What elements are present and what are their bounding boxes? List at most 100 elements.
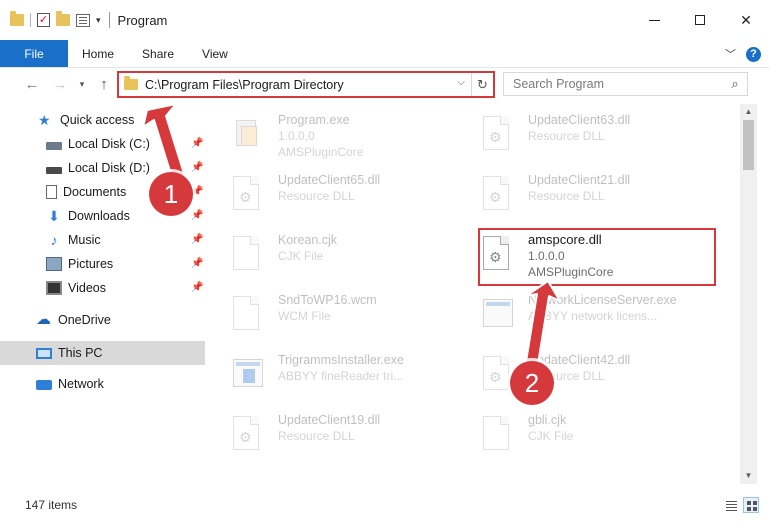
title-bar: ✓ ▾ Program ✕ — [0, 0, 769, 40]
file-description: ABBYY fineReader tri... — [278, 369, 404, 383]
tab-file[interactable]: File — [0, 40, 68, 67]
sidebar-item-music[interactable]: ♪ Music 📌 — [0, 228, 205, 252]
file-item[interactable]: TrigrammsInstaller.exe ABBYY fineReader … — [207, 348, 457, 402]
file-type: WCM File — [278, 309, 331, 323]
file-item[interactable]: Program.exe 1.0.0.0 AMSPluginCore — [207, 108, 457, 162]
minimize-button[interactable] — [631, 0, 677, 40]
sidebar-item-network[interactable]: Network — [0, 372, 205, 396]
file-details: SndToWP16.wcm WCM File — [278, 292, 377, 324]
tab-home[interactable]: Home — [68, 40, 128, 67]
hard-drive-icon — [46, 166, 62, 174]
properties-check-icon[interactable]: ✓ — [37, 13, 50, 27]
server-exe-icon — [483, 296, 513, 334]
sidebar-item-label: Documents — [63, 185, 127, 199]
close-button[interactable]: ✕ — [723, 0, 769, 40]
customize-toolbar-chevron-icon[interactable]: ▾ — [96, 15, 101, 26]
pin-icon[interactable]: 📌 — [191, 210, 203, 221]
new-folder-icon[interactable] — [56, 11, 70, 26]
file-item[interactable]: NetworkLicenseServer.exe ABBYY network l… — [457, 288, 707, 342]
scroll-down-arrow-icon[interactable]: ▼ — [740, 468, 757, 484]
folder-icon — [124, 76, 138, 90]
back-button[interactable]: ← — [18, 76, 46, 93]
pin-icon[interactable]: 📌 — [191, 282, 203, 293]
file-type: Resource DLL — [528, 189, 605, 203]
step-2-badge: 2 — [510, 361, 554, 405]
folder-icon[interactable] — [10, 11, 24, 26]
file-details: Program.exe 1.0.0.0 AMSPluginCore — [278, 112, 363, 160]
sidebar-item-onedrive[interactable]: ☁ OneDrive — [0, 308, 205, 332]
star-icon: ★ — [38, 112, 51, 128]
file-type: Resource DLL — [278, 189, 355, 203]
file-item[interactable]: SndToWP16.wcm WCM File — [207, 288, 457, 342]
sidebar-item-label: Local Disk (C:) — [68, 137, 150, 151]
installer-exe-icon — [233, 356, 263, 394]
file-item[interactable]: ⚙ UpdateClient42.dll Resource DLL — [457, 348, 707, 402]
maximize-button[interactable] — [677, 0, 723, 40]
sidebar-item-local-disk-c[interactable]: Local Disk (C:) 📌 — [0, 132, 205, 156]
window-title: Program — [117, 12, 168, 28]
file-type: CJK File — [528, 429, 574, 443]
sidebar-item-label: Pictures — [68, 257, 114, 271]
item-count: 147 items — [25, 498, 78, 512]
file-item[interactable]: ⚙ UpdateClient19.dll Resource DLL — [207, 408, 457, 462]
pin-icon[interactable]: 📌 — [191, 258, 203, 269]
help-button[interactable]: ? — [746, 46, 761, 62]
generic-file-icon — [233, 296, 263, 334]
file-details: Korean.cjk CJK File — [278, 232, 337, 264]
search-icon[interactable]: ⌕ — [723, 76, 747, 92]
scrollbar-thumb[interactable] — [743, 120, 754, 170]
address-bar[interactable]: C:\Program Files\Program Directory ⌵ ↻ — [117, 71, 495, 98]
pin-icon[interactable]: 📌 — [191, 234, 203, 245]
sidebar-item-this-pc[interactable]: This PC — [0, 341, 205, 365]
address-dropdown-chevron-icon[interactable]: ⌵ — [457, 77, 465, 88]
sidebar-item-pictures[interactable]: Pictures 📌 — [0, 252, 205, 276]
pin-icon[interactable]: 📌 — [191, 138, 203, 149]
pin-icon[interactable]: 📌 — [191, 162, 203, 173]
file-item[interactable]: ⚙ UpdateClient65.dll Resource DLL — [207, 168, 457, 222]
refresh-button[interactable]: ↻ — [471, 73, 493, 96]
view-switcher — [723, 497, 759, 513]
file-description: ABBYY network licens... — [528, 309, 658, 323]
pictures-icon — [46, 257, 62, 271]
file-type: Resource DLL — [528, 129, 605, 143]
file-item[interactable]: ⚙ UpdateClient21.dll Resource DLL — [457, 168, 707, 222]
large-icons-view-icon[interactable] — [743, 497, 759, 513]
file-details: gbli.cjk CJK File — [528, 412, 573, 444]
dll-file-icon: ⚙ — [483, 176, 513, 214]
minimize-icon — [648, 19, 660, 21]
tab-share[interactable]: Share — [128, 40, 188, 67]
search-box[interactable]: Search Program ⌕ — [503, 72, 748, 96]
file-item[interactable]: gbli.cjk CJK File — [457, 408, 707, 462]
dll-file-icon: ⚙ — [483, 116, 513, 154]
tab-view[interactable]: View — [188, 40, 242, 67]
file-details: UpdateClient19.dll Resource DLL — [278, 412, 380, 444]
window-controls: ✕ — [631, 0, 769, 40]
file-item[interactable]: Korean.cjk CJK File — [207, 228, 457, 282]
search-input[interactable]: Search Program — [513, 77, 723, 91]
scroll-up-arrow-icon[interactable]: ▲ — [740, 104, 757, 120]
computer-icon — [36, 348, 52, 359]
details-view-icon[interactable] — [723, 497, 739, 513]
ribbon-tabs: File Home Share View ﹀ ? — [0, 40, 769, 68]
address-path[interactable]: C:\Program Files\Program Directory — [145, 78, 344, 92]
properties-icon[interactable] — [76, 13, 90, 27]
sidebar-item-label: Videos — [68, 281, 106, 295]
title-divider — [108, 12, 110, 28]
file-name: UpdateClient65.dll — [278, 173, 381, 187]
generic-file-icon — [233, 236, 263, 274]
vertical-scrollbar[interactable]: ▲ ▼ — [740, 104, 757, 484]
ribbon-right-controls: ﹀ ? — [725, 40, 761, 68]
sidebar-item-quick-access[interactable]: ★ Quick access — [0, 108, 205, 132]
file-details: UpdateClient21.dll Resource DLL — [528, 172, 630, 204]
document-icon — [46, 185, 57, 199]
expand-ribbon-chevron-icon[interactable]: ﹀ — [725, 46, 736, 62]
forward-button[interactable]: → — [46, 76, 74, 93]
recent-locations-chevron-icon[interactable]: ▾ — [74, 79, 90, 90]
file-item[interactable]: ⚙ UpdateClient63.dll Resource DLL — [457, 108, 707, 162]
sidebar-item-label: Local Disk (D:) — [68, 161, 150, 175]
file-description: AMSPluginCore — [278, 145, 364, 159]
file-name: UpdateClient19.dll — [278, 413, 381, 427]
up-button[interactable]: ↑ — [90, 76, 118, 93]
quick-access-toolbar: ✓ ▾ — [0, 0, 101, 40]
sidebar-item-videos[interactable]: Videos 📌 — [0, 276, 205, 300]
